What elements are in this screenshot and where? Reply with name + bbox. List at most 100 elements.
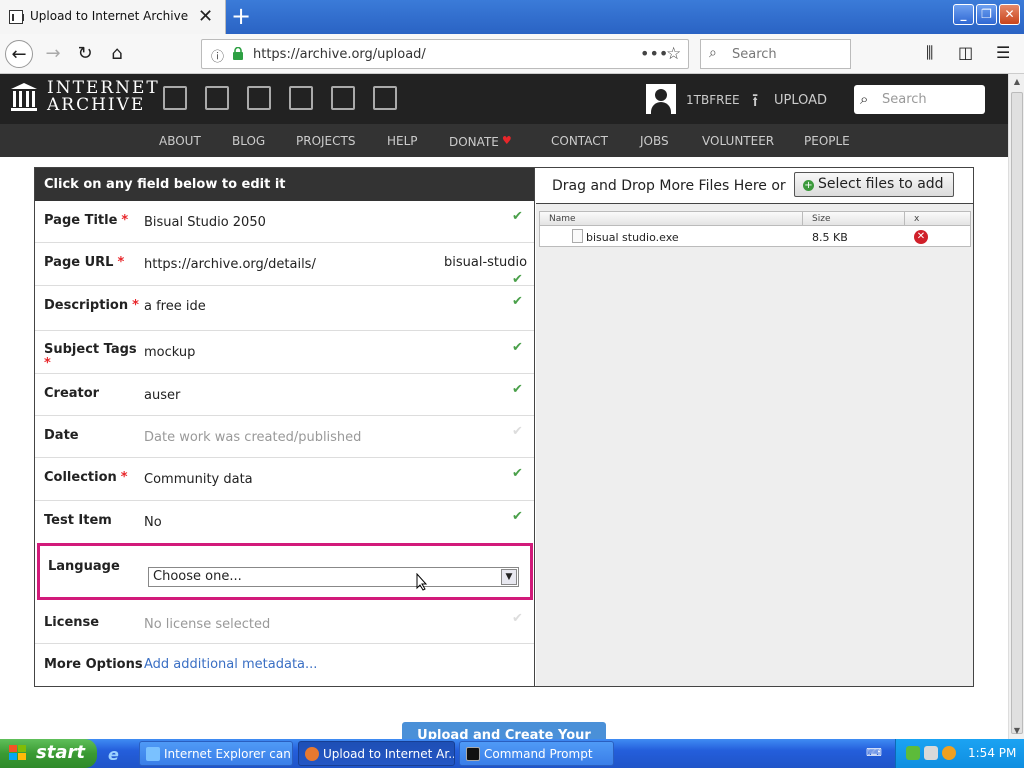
field-value[interactable]: Bisual Studio 2050 <box>144 215 266 230</box>
scroll-up-icon[interactable]: ▲ <box>1010 74 1024 90</box>
upload-link[interactable]: ⭱ UPLOAD <box>752 88 827 118</box>
texts-icon[interactable] <box>205 86 229 110</box>
software-icon[interactable] <box>331 86 355 110</box>
field-collection[interactable]: Collection * Community data ✔ <box>35 458 534 501</box>
lock-icon <box>233 47 243 60</box>
nav-blog[interactable]: BLOG <box>232 134 265 148</box>
close-tab-icon[interactable]: ✕ <box>198 6 213 27</box>
nav-volunteer[interactable]: VOLUNTEER <box>702 134 774 148</box>
field-subject-tags[interactable]: Subject Tags * mockup ✔ <box>35 331 534 374</box>
url-text[interactable]: https://archive.org/upload/ <box>253 47 426 62</box>
new-tab-button[interactable]: + <box>229 2 253 30</box>
minimize-button[interactable]: _ <box>953 4 974 25</box>
add-metadata-link[interactable]: Add additional metadata... <box>144 657 317 672</box>
nav-jobs[interactable]: JOBS <box>640 134 669 148</box>
check-icon-inactive: ✔ <box>512 611 523 626</box>
reload-button[interactable]: ↻ <box>71 40 99 68</box>
field-label: Date <box>44 428 79 443</box>
scrollbar-thumb[interactable] <box>1011 92 1023 734</box>
video-icon[interactable] <box>247 86 271 110</box>
page-actions-icon[interactable]: ••• <box>640 44 668 63</box>
maximize-button[interactable]: ❐ <box>976 4 997 25</box>
field-value[interactable]: No license selected <box>144 617 270 632</box>
internet-explorer-icon[interactable]: e <box>108 745 126 764</box>
language-select[interactable]: Choose one... ▼ <box>148 567 519 587</box>
field-value[interactable]: mockup <box>144 345 195 360</box>
field-language[interactable]: Language Choose one... ▼ <box>37 543 533 600</box>
bookmark-star-icon[interactable]: ☆ <box>666 44 681 64</box>
username[interactable]: 1TBFREE <box>686 93 740 107</box>
nav-donate[interactable]: DONATE ♥ <box>449 134 512 149</box>
sidebar-icon[interactable]: ◫ <box>958 43 973 62</box>
taskbar-item-firefox[interactable]: Upload to Internet Ar... <box>298 741 455 766</box>
web-icon[interactable] <box>163 86 187 110</box>
field-value[interactable]: No <box>144 515 162 530</box>
forward-button[interactable]: → <box>39 40 67 68</box>
field-value[interactable]: a free ide <box>144 299 206 314</box>
field-value[interactable]: https://archive.org/details/ <box>144 257 316 272</box>
windows-flag-icon <box>9 745 26 760</box>
field-label: More Options <box>44 657 143 672</box>
chevron-down-icon[interactable]: ▼ <box>501 569 517 585</box>
ia-brand-name[interactable]: INTERNET ARCHIVE <box>47 80 160 114</box>
info-icon[interactable]: ⓘ <box>211 46 224 65</box>
browser-search-placeholder: Search <box>732 47 777 62</box>
file-table: Name Size x bisual studio.exe 8.5 KB ✕ <box>539 211 971 247</box>
field-page-title[interactable]: Page Title * Bisual Studio 2050 ✔ <box>35 201 534 243</box>
file-upload-area[interactable]: Drag and Drop More Files Here or + Select… <box>536 168 973 686</box>
field-label: Page URL * <box>44 255 125 270</box>
audio-icon[interactable] <box>289 86 313 110</box>
column-name[interactable]: Name <box>549 214 576 224</box>
library-icon[interactable]: ⫼ <box>926 43 933 63</box>
avatar[interactable] <box>646 84 676 114</box>
select-files-button[interactable]: + Select files to add <box>794 172 954 197</box>
remove-file-icon[interactable]: ✕ <box>914 230 928 244</box>
taskbar-item-ie[interactable]: Internet Explorer can... <box>139 741 293 766</box>
close-window-button[interactable]: ✕ <box>999 4 1020 25</box>
upload-create-button[interactable]: Upload and Create Your Item <box>402 722 606 740</box>
ia-search-input[interactable]: ⌕ Search <box>854 85 985 114</box>
browser-tab-strip: Upload to Internet Archive ✕ + _ ❐ ✕ <box>0 0 1024 34</box>
scroll-down-icon[interactable]: ▼ <box>1010 723 1024 739</box>
taskbar-item-cmd[interactable]: Command Prompt <box>459 741 614 766</box>
phone-icon[interactable] <box>924 746 938 760</box>
field-page-url[interactable]: Page URL * https://archive.org/details/ b… <box>35 243 534 287</box>
clock[interactable]: 1:54 PM <box>968 746 1016 760</box>
field-creator[interactable]: Creator auser ✔ <box>35 374 534 416</box>
field-placeholder[interactable]: Date work was created/published <box>144 430 361 445</box>
home-button[interactable]: ⌂ <box>103 40 131 68</box>
url-identifier[interactable]: bisual-studio <box>444 255 527 270</box>
table-row[interactable]: bisual studio.exe 8.5 KB ✕ <box>540 227 970 246</box>
page-scrollbar[interactable]: ▲ ▼ <box>1008 74 1024 739</box>
nav-help[interactable]: HELP <box>387 134 418 148</box>
ia-search-placeholder: Search <box>882 92 927 107</box>
archive-logo-icon[interactable] <box>10 82 38 112</box>
command-prompt-icon <box>466 747 480 761</box>
browser-search-input[interactable]: ⌕ Search <box>700 39 851 69</box>
images-icon[interactable] <box>373 86 397 110</box>
address-bar[interactable]: ⓘ https://archive.org/upload/ ••• ☆ <box>201 39 689 69</box>
heart-icon: ♥ <box>501 134 512 147</box>
field-date[interactable]: Date Date work was created/published ✔ <box>35 416 534 458</box>
field-value[interactable]: auser <box>144 388 180 403</box>
field-value[interactable]: Community data <box>144 472 253 487</box>
language-selected: Choose one... <box>153 569 242 584</box>
start-button[interactable]: start <box>0 739 97 768</box>
tab-title: Upload to Internet Archive <box>30 9 189 23</box>
keyboard-icon[interactable]: ⌨ <box>866 746 882 760</box>
back-button[interactable]: ← <box>5 40 33 68</box>
file-name: bisual studio.exe <box>586 231 679 244</box>
menu-icon[interactable]: ☰ <box>996 43 1010 62</box>
field-test-item[interactable]: Test Item No ✔ <box>35 501 534 543</box>
nav-people[interactable]: PEOPLE <box>804 134 850 148</box>
drop-zone-header: Drag and Drop More Files Here or + Select… <box>536 168 973 204</box>
search-tray-icon[interactable] <box>942 746 956 760</box>
field-license[interactable]: License No license selected ✔ <box>35 602 534 644</box>
browser-tab-active[interactable]: Upload to Internet Archive ✕ <box>0 0 226 34</box>
field-description[interactable]: Description * a free ide ✔ <box>35 286 534 331</box>
nav-about[interactable]: ABOUT <box>159 134 201 148</box>
network-icon[interactable] <box>906 746 920 760</box>
nav-contact[interactable]: CONTACT <box>551 134 608 148</box>
nav-projects[interactable]: PROJECTS <box>296 134 355 148</box>
column-size[interactable]: Size <box>812 214 830 224</box>
